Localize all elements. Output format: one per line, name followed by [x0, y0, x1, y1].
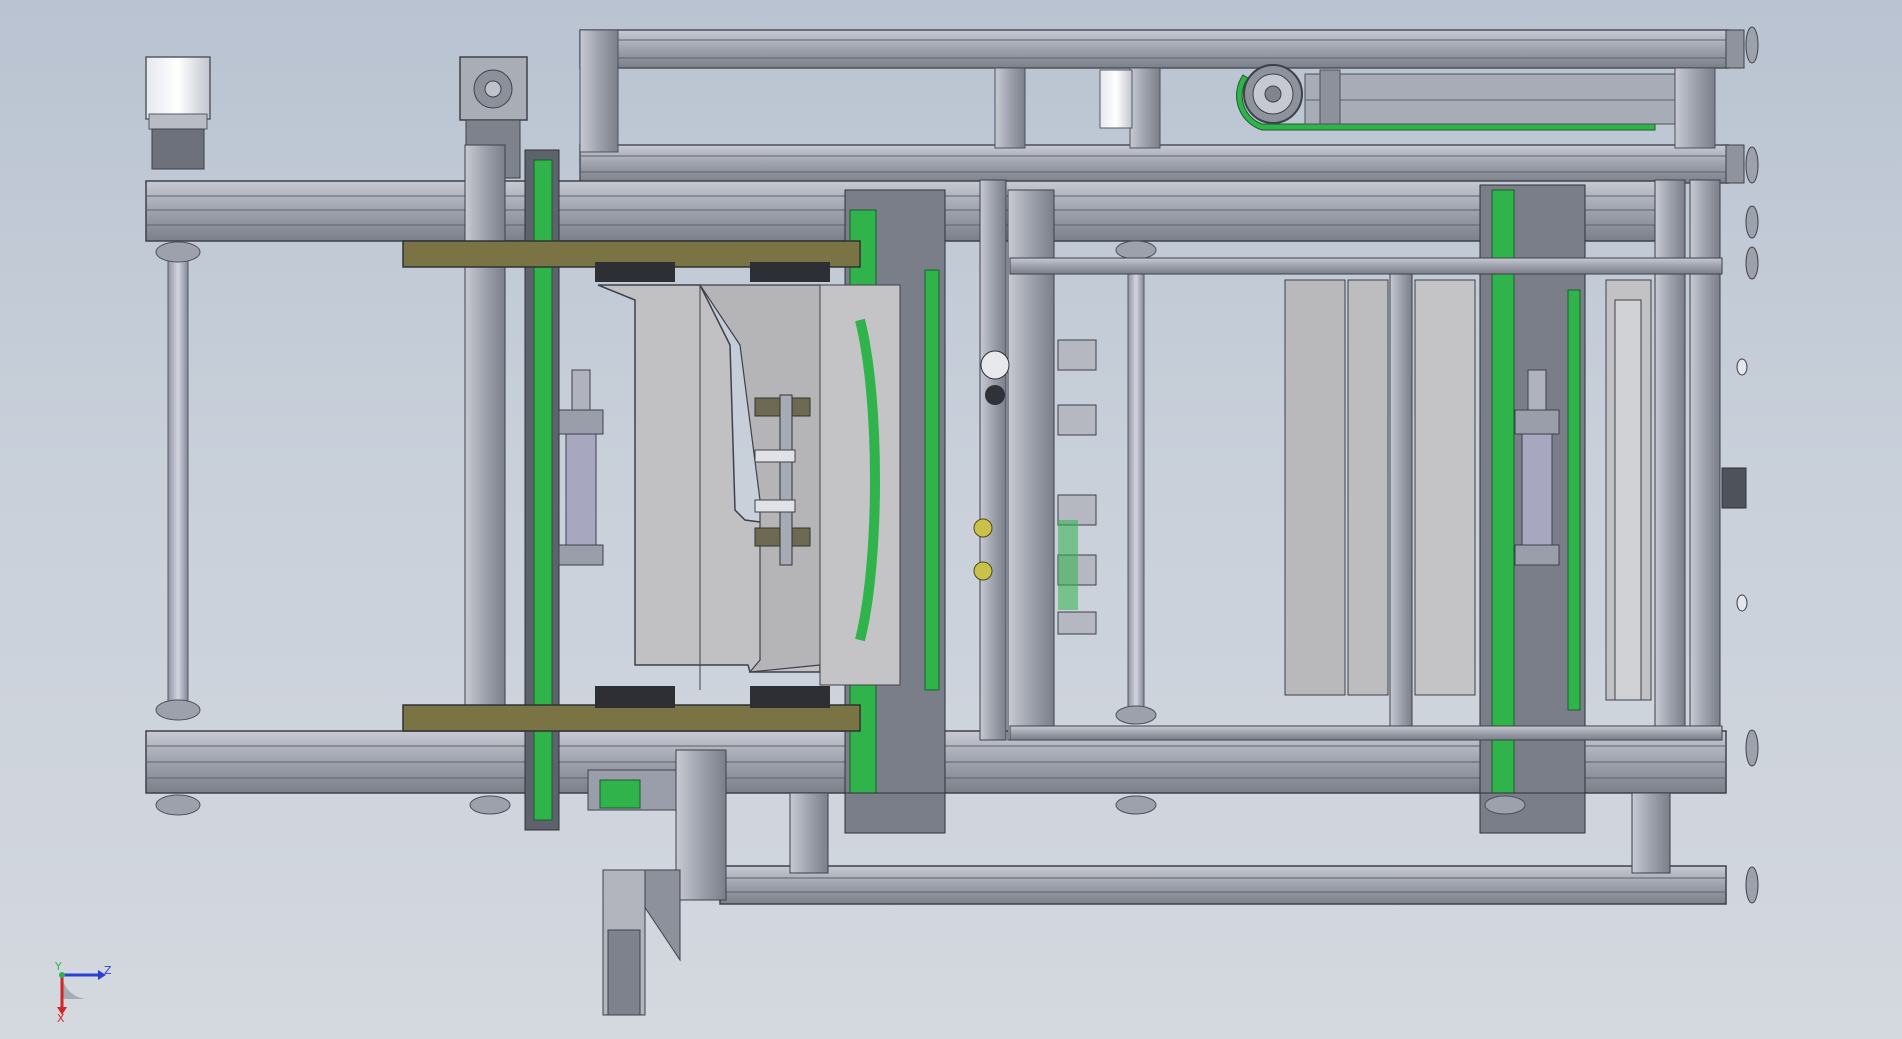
z-axis-label: Z: [104, 964, 112, 977]
y-axis-label: Y: [54, 960, 62, 973]
cad-viewport[interactable]: Z X Y: [0, 0, 1902, 1039]
x-axis-label: X: [57, 1012, 65, 1025]
orientation-triad: Z X Y: [54, 960, 112, 1025]
